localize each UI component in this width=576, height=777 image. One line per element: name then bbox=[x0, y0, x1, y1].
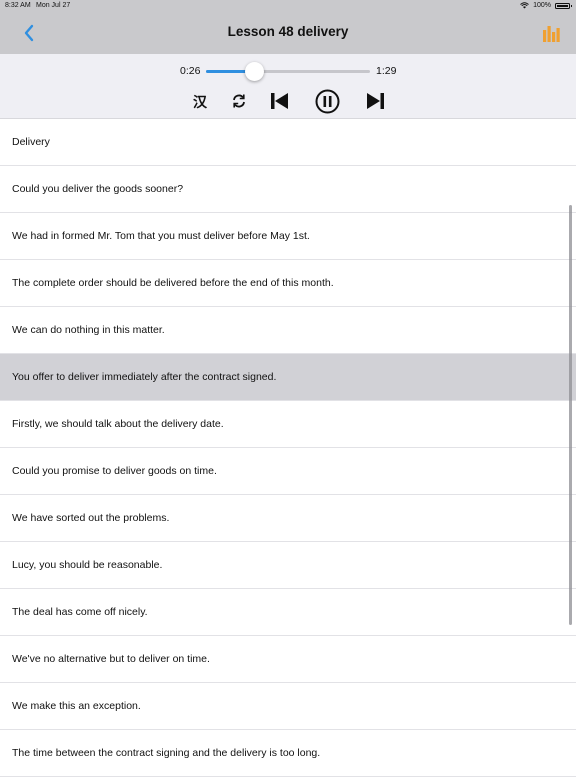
progress-slider[interactable] bbox=[206, 62, 370, 81]
bar-chart-icon bbox=[543, 26, 560, 42]
sentence-text: The deal has come off nicely. bbox=[12, 606, 148, 618]
sentence-row[interactable]: You offer to deliver immediately after t… bbox=[0, 354, 576, 401]
sentence-text: Firstly, we should talk about the delive… bbox=[12, 418, 224, 430]
next-button[interactable] bbox=[365, 92, 385, 110]
repeat-button[interactable] bbox=[231, 93, 247, 109]
elapsed-time: 0:26 bbox=[180, 65, 201, 77]
sentence-row[interactable]: We can do nothing in this matter. bbox=[0, 307, 576, 354]
sentence-text: Could you deliver the goods sooner? bbox=[12, 183, 184, 195]
sentence-list: Delivery Could you deliver the goods soon… bbox=[0, 119, 576, 777]
sentence-row[interactable]: The time between the contract signing an… bbox=[0, 730, 576, 777]
page-title: Lesson 48 delivery bbox=[227, 24, 349, 39]
chinese-toggle-button[interactable]: 汉 bbox=[193, 92, 207, 112]
navigation-bar: Lesson 48 delivery bbox=[0, 12, 576, 54]
sentence-text: Could you promise to deliver goods on ti… bbox=[12, 465, 217, 477]
sentence-text: We make this an exception. bbox=[12, 700, 141, 712]
sentence-text: We can do nothing in this matter. bbox=[12, 324, 165, 336]
status-date: Mon Jul 27 bbox=[36, 2, 71, 9]
pause-button[interactable] bbox=[315, 89, 340, 114]
sentence-row[interactable]: Firstly, we should talk about the delive… bbox=[0, 401, 576, 448]
sentence-row[interactable]: Lucy, you should be reasonable. bbox=[0, 542, 576, 589]
progress-knob[interactable] bbox=[244, 62, 264, 81]
sentence-text: We have sorted out the problems. bbox=[12, 512, 170, 524]
status-right: 100% bbox=[520, 2, 572, 9]
status-bar: 8:32 AM Mon Jul 27 100% bbox=[0, 0, 576, 12]
sentence-text: You offer to deliver immediately after t… bbox=[12, 371, 277, 383]
previous-button[interactable] bbox=[270, 92, 290, 110]
statistics-button[interactable] bbox=[542, 23, 562, 43]
sentence-text: Lucy, you should be reasonable. bbox=[12, 559, 163, 571]
battery-percent: 100% bbox=[533, 2, 551, 9]
sentence-row[interactable]: Could you deliver the goods sooner? bbox=[0, 166, 576, 213]
sentence-row[interactable]: The complete order should be delivered b… bbox=[0, 260, 576, 307]
sentence-row[interactable]: Delivery bbox=[0, 119, 576, 166]
sentence-row[interactable]: Could you promise to deliver goods on ti… bbox=[0, 448, 576, 495]
sentence-text: We've no alternative but to deliver on t… bbox=[12, 653, 210, 665]
total-time: 1:29 bbox=[376, 65, 397, 77]
sentence-text: We had in formed Mr. Tom that you must d… bbox=[12, 230, 310, 242]
sentence-text: The complete order should be delivered b… bbox=[12, 277, 334, 289]
audio-player: 0:26 1:29 汉 bbox=[0, 54, 576, 119]
sentence-text: Delivery bbox=[12, 136, 50, 148]
sentence-row[interactable]: We had in formed Mr. Tom that you must d… bbox=[0, 213, 576, 260]
sentence-row[interactable]: We have sorted out the problems. bbox=[0, 495, 576, 542]
scroll-indicator[interactable] bbox=[569, 205, 572, 625]
wifi-icon bbox=[520, 2, 529, 9]
pause-icon bbox=[315, 89, 340, 114]
skip-forward-icon bbox=[367, 93, 384, 109]
sentence-text: The time between the contract signing an… bbox=[12, 747, 321, 759]
sentence-row[interactable]: The deal has come off nicely. bbox=[0, 589, 576, 636]
battery-icon bbox=[555, 2, 572, 9]
status-time: 8:32 AM bbox=[5, 2, 31, 9]
repeat-icon bbox=[233, 94, 245, 108]
skip-back-icon bbox=[271, 93, 288, 109]
sentence-row[interactable]: We make this an exception. bbox=[0, 683, 576, 730]
sentence-row[interactable]: We've no alternative but to deliver on t… bbox=[0, 636, 576, 683]
